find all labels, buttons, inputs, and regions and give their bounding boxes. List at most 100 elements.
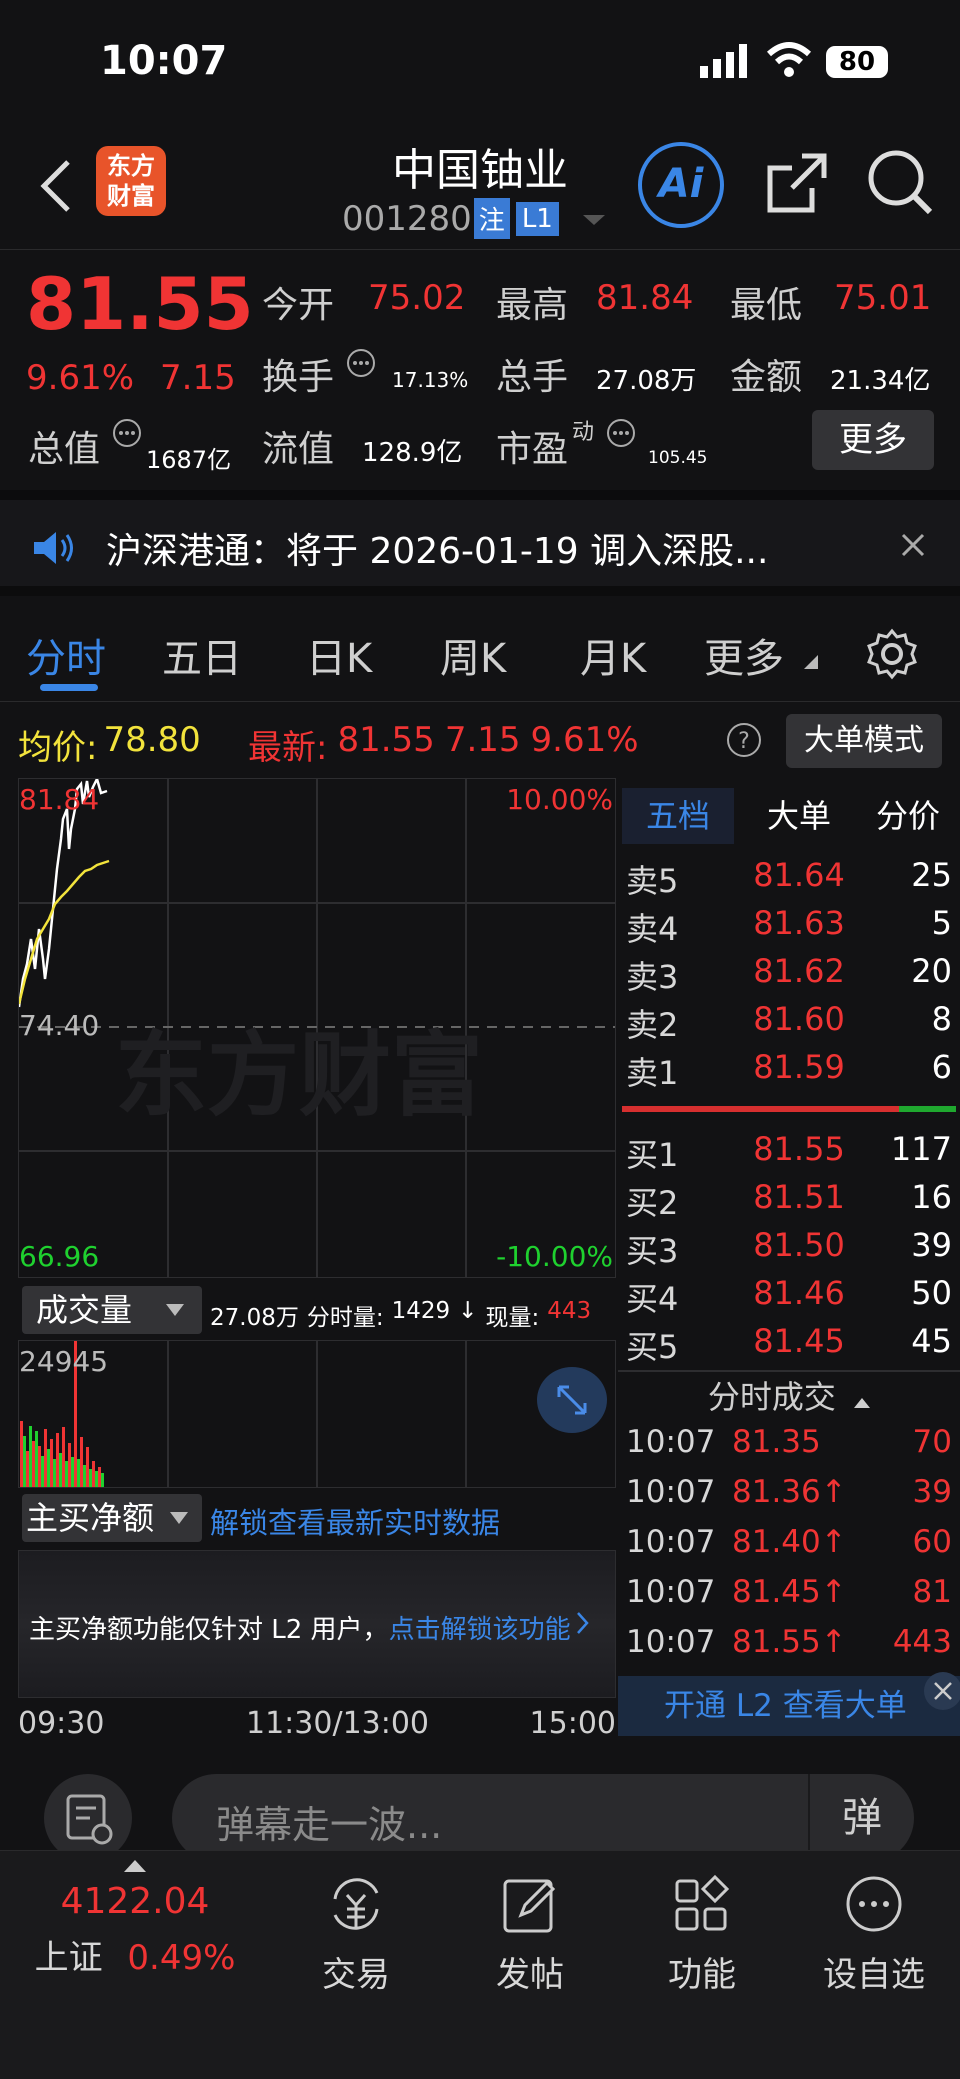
trade-row: 10:07 81.45↑ 81 <box>618 1574 960 1624</box>
big-order-mode-button[interactable]: 大单模式 <box>786 714 942 768</box>
tab-weekly-k[interactable]: 周K <box>440 626 506 684</box>
trade-time: 10:07 <box>626 1624 716 1660</box>
volume-value: 27.08万 <box>596 366 697 396</box>
help-icon[interactable]: ? <box>726 722 762 762</box>
nav-functions[interactable]: 功能 <box>632 1871 772 1996</box>
ask-row[interactable]: 卖4 81.63 5 <box>618 904 960 952</box>
close-icon[interactable] <box>898 530 928 564</box>
tab-five-levels[interactable]: 五档 <box>622 788 734 844</box>
ask-qty: 6 <box>931 1048 952 1086</box>
bid-label: 买5 <box>626 1328 679 1366</box>
register-badge: 注 <box>473 198 510 239</box>
danmu-send-button[interactable]: 弹 <box>808 1774 914 1862</box>
nav-add-watchlist[interactable]: 设自选 <box>804 1871 944 1996</box>
price-info-bar: 均价: 78.80 最新: 81.55 7.15 9.61% ? 大单模式 <box>0 702 960 778</box>
tab-price-dist[interactable]: 分价 <box>858 788 958 844</box>
high-label: 最高 <box>496 285 569 326</box>
bid-row[interactable]: 买2 81.51 16 <box>618 1178 960 1226</box>
nav-trade-label: 交易 <box>322 1955 390 1995</box>
fenshi-label: 分时量: <box>306 1305 384 1331</box>
l2-unlock-link[interactable]: 点击解锁该功能 <box>389 1609 571 1646</box>
volume-label: 总手 <box>496 357 569 398</box>
index-value: 4122.04 <box>60 1881 210 1922</box>
nav-post[interactable]: 发帖 <box>460 1871 600 1996</box>
bid-row[interactable]: 买1 81.55 117 <box>618 1130 960 1178</box>
ask-label: 卖1 <box>626 1054 679 1092</box>
l2-banner-close-icon[interactable] <box>924 1672 960 1710</box>
trade-volume: 70 <box>912 1424 952 1460</box>
info-dots-icon[interactable] <box>346 348 376 382</box>
unlock-data-link[interactable]: 解锁查看最新实时数据 <box>210 1500 500 1542</box>
stock-code-row[interactable]: 001280 注 L1 <box>342 198 609 239</box>
danmu-input[interactable]: 弹幕走一波... 弹 <box>172 1774 914 1862</box>
tab-five-day[interactable]: 五日 <box>162 626 242 684</box>
chart-tabs: 分时 五日 日K 周K 月K 更多 <box>0 596 960 702</box>
trade-row: 10:07 81.36↑ 39 <box>618 1474 960 1524</box>
back-button[interactable] <box>36 156 76 220</box>
bid-label: 买1 <box>626 1136 679 1174</box>
index-name: 上证 <box>34 1938 103 1978</box>
tab-daily-k[interactable]: 日K <box>306 626 372 684</box>
net-buy-select[interactable]: 主买净额 <box>22 1494 202 1542</box>
trade-price: 81.35 <box>732 1424 821 1460</box>
settings-gear-icon[interactable] <box>866 628 918 684</box>
bid-row[interactable]: 买3 81.50 39 <box>618 1226 960 1274</box>
l2-banner-text: 开通 L2 查看大单 <box>664 1688 907 1724</box>
ask-label: 卖5 <box>626 862 679 900</box>
ask-row[interactable]: 卖2 81.60 8 <box>618 1000 960 1048</box>
expand-icon <box>557 1385 587 1415</box>
l2-banner[interactable]: 开通 L2 查看大单 <box>618 1676 960 1736</box>
notice-bar[interactable]: 沪深港通：将于 2026-01-19 调入深股... <box>0 490 960 596</box>
volume-select[interactable]: 成交量 <box>22 1286 202 1334</box>
bid-row[interactable]: 买4 81.46 50 <box>618 1274 960 1322</box>
amount-label: 金额 <box>730 357 803 398</box>
index-widget[interactable]: 4122.04 上证 0.49% <box>0 1881 270 1979</box>
danmu-settings-button[interactable] <box>44 1774 132 1862</box>
trades-title-row[interactable]: 分时成交 <box>618 1372 960 1422</box>
info-dots-icon[interactable] <box>606 418 636 452</box>
trade-price: 81.40↑ <box>732 1524 847 1560</box>
total-volume: 27.08万 <box>210 1305 299 1331</box>
caret-down-icon <box>170 1512 188 1524</box>
bid-qty: 50 <box>911 1274 952 1312</box>
bid-row[interactable]: 买5 81.45 45 <box>618 1322 960 1370</box>
trade-volume: 81 <box>912 1574 952 1610</box>
tab-big-orders[interactable]: 大单 <box>754 788 844 844</box>
info-dots-icon[interactable] <box>112 418 142 452</box>
bid-price: 81.46 <box>753 1274 845 1312</box>
tab-monthly-k[interactable]: 月K <box>580 626 646 684</box>
chart-high-pct: 10.00% <box>506 783 613 816</box>
ask-row[interactable]: 卖1 81.59 6 <box>618 1048 960 1096</box>
trade-price: 81.55↑ <box>732 1624 847 1660</box>
low-value: 75.01 <box>834 278 932 318</box>
status-time: 10:07 <box>100 38 228 84</box>
volume-chart[interactable]: 24945 <box>18 1340 616 1488</box>
time-start: 09:30 <box>18 1706 105 1741</box>
speaker-icon <box>32 530 76 570</box>
mktcap-value: 1687亿 <box>146 446 232 474</box>
ai-button[interactable]: Ai <box>638 142 724 228</box>
share-icon[interactable] <box>762 148 832 222</box>
tab-intraday[interactable]: 分时 <box>26 626 106 684</box>
intraday-chart[interactable]: 81.84 10.00% 74.40 66.96 -10.00% 东方财富 <box>18 778 616 1278</box>
caret-down-icon <box>166 1304 184 1316</box>
ask-row[interactable]: 卖5 81.64 25 <box>618 856 960 904</box>
time-end: 15:00 <box>529 1706 616 1741</box>
nav-trade[interactable]: 交易 <box>286 1871 426 1996</box>
time-mid: 11:30/13:00 <box>246 1706 430 1741</box>
ask-row[interactable]: 卖3 81.62 20 <box>618 952 960 1000</box>
bid-price: 81.55 <box>753 1130 845 1168</box>
search-icon[interactable] <box>866 148 936 222</box>
avg-label: 均价: <box>18 728 98 768</box>
tab-more[interactable]: 更多 <box>704 626 784 684</box>
bid-label: 买2 <box>626 1184 679 1222</box>
bottom-nav: 4122.04 上证 0.49% 交易 发帖 功能 设自选 <box>0 1850 960 2079</box>
bid-price: 81.51 <box>753 1178 845 1216</box>
expand-button[interactable] <box>537 1367 607 1433</box>
app-logo[interactable]: 东方 财富 <box>96 146 166 216</box>
ask-label: 卖3 <box>626 958 679 996</box>
order-book: 五档 大单 分价 卖5 81.64 25 卖4 81.63 5 卖3 81.62 20 卖2… <box>618 778 960 1738</box>
fenshi-arrow: ↓ <box>458 1298 478 1324</box>
trade-time: 10:07 <box>626 1524 716 1560</box>
more-button[interactable]: 更多 <box>812 410 934 470</box>
